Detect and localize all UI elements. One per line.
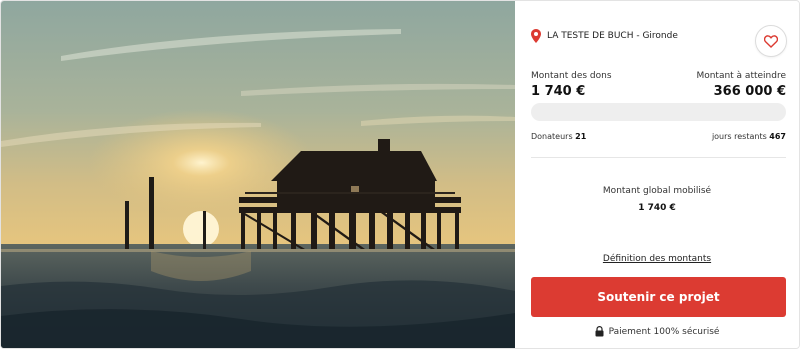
favorite-button[interactable] [755,25,787,57]
lock-icon [595,326,604,337]
location: LA TESTE DE BUCH - Gironde [531,29,678,43]
days-remaining: jours restants 467 [712,132,786,141]
raised-value: 1 740 € [531,84,586,99]
definition-link[interactable]: Définition des montants [515,254,799,264]
support-project-button[interactable]: Soutenir ce projet [531,277,786,317]
location-text: LA TESTE DE BUCH - Gironde [547,31,678,41]
project-summary-panel: LA TESTE DE BUCH - Gironde Montant des d… [515,1,799,348]
days-value: 467 [769,132,786,141]
heart-icon [764,34,778,48]
map-pin-icon [531,29,541,43]
goal-value: 366 000 € [713,84,786,99]
divider [531,157,786,158]
donors-value: 21 [575,132,587,141]
donors-count: Donateurs 21 [531,132,586,141]
secure-payment: Paiement 100% sécurisé [515,326,799,337]
donors-label: Donateurs [531,132,573,141]
project-photo [1,1,515,348]
days-label: jours restants [711,132,767,141]
goal-label: Montant à atteindre [696,71,786,81]
global-amount-label: Montant global mobilisé [602,186,712,196]
global-amount-value: 1 740 € [638,203,676,213]
raised-label: Montant des dons [531,71,612,81]
stilt-house-sunset-image [1,1,515,348]
secure-text: Paiement 100% sécurisé [608,326,720,337]
project-card: LA TESTE DE BUCH - Gironde Montant des d… [0,0,800,349]
progress-bar [531,103,786,121]
